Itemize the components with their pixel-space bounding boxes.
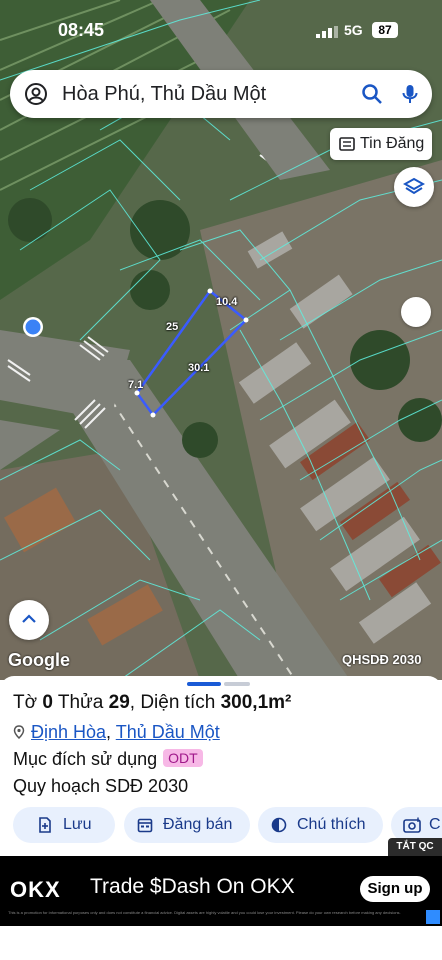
dimension-right-label: 30.1 [188,362,210,374]
ad-fine-print: This is a promotion for informational pu… [8,910,401,915]
parcel-info-sheet: Tờ 0 Thửa 29, Diện tích 300,1m² Định Hòa… [0,676,442,856]
location-pin-icon [13,725,25,740]
map-side-button[interactable] [401,297,431,327]
listing-icon [339,137,355,151]
calendar-icon [137,818,153,833]
planning-label: Quy hoạch SDĐ 2030 [13,776,189,796]
search-bar[interactable]: Hòa Phú, Thủ Dầu Một [10,70,432,118]
chevron-up-icon [22,614,36,623]
ad-logo: OKX [10,877,61,902]
dimension-bottom-label: 7.1 [128,379,144,391]
ad-headline: Trade $Dash On OKX [90,875,295,898]
layer-label: QHSDĐ 2030 [342,652,422,667]
tin-dang-label: Tin Đăng [360,135,425,152]
battery-level: 87 [372,22,398,38]
plus-doc-icon [39,817,51,833]
camera-icon [403,817,421,833]
area-label: Diện tích [140,692,216,713]
purpose-label: Mục đích sử dụng [13,749,158,769]
legend-button[interactable]: Chú thích [258,807,383,843]
expand-up-button[interactable] [9,600,49,640]
ad-banner[interactable]: OKX Trade $Dash On OKX Sign up This is a… [0,856,442,926]
ad-info-icon[interactable] [426,910,440,924]
purpose-badge: ODT [163,749,203,767]
search-icon[interactable] [360,82,384,106]
legend-label: Chú thích [297,816,366,833]
plot-number: 29 [108,692,130,713]
tin-dang-button[interactable]: Tin Đăng [330,128,432,160]
dimension-top-label: 10.4 [216,296,238,308]
signal-icon [316,26,338,38]
search-query[interactable]: Hòa Phú, Thủ Dầu Một [62,83,266,106]
bottom-area [0,926,442,960]
account-icon[interactable] [24,82,48,106]
plot-label: Thửa [57,692,104,713]
area-value: 300,1m² [220,692,292,713]
dimension-left-label: 25 [166,321,179,333]
hide-ads-button[interactable]: TẮT QC [388,838,442,856]
post-sale-button[interactable]: Đăng bán [124,807,250,843]
sheet-handle[interactable] [187,682,221,686]
layers-icon [403,177,425,195]
status-time: 08:45 [58,20,105,40]
city-link[interactable]: Thủ Dầu Một [116,722,220,742]
half-circle-icon [271,817,287,833]
post-sale-label: Đăng bán [163,816,233,833]
network-type: 5G [344,22,363,38]
ad-signup-button[interactable]: Sign up [360,876,430,902]
location-separator: , [106,722,112,742]
sheet-number: 0 [42,692,53,713]
parcel-title: Tờ 0 Thửa 29, Diện tích 300,1m² [13,692,292,713]
parcel-location: Định Hòa, Thủ Dầu Một [13,722,220,743]
save-button[interactable]: Lưu [13,807,115,843]
google-logo: Google [8,650,70,670]
sheet-label: Tờ [13,692,38,713]
camera-label: C [429,816,441,833]
status-bar: 08:45 5G 87 [0,0,442,60]
ward-link[interactable]: Định Hòa [31,722,106,742]
sheet-handle-secondary [224,682,250,686]
land-use-purpose: Mục đích sử dụng ODT [13,749,203,770]
microphone-icon[interactable] [398,82,422,106]
save-label: Lưu [63,816,92,833]
layers-button[interactable] [394,167,434,207]
